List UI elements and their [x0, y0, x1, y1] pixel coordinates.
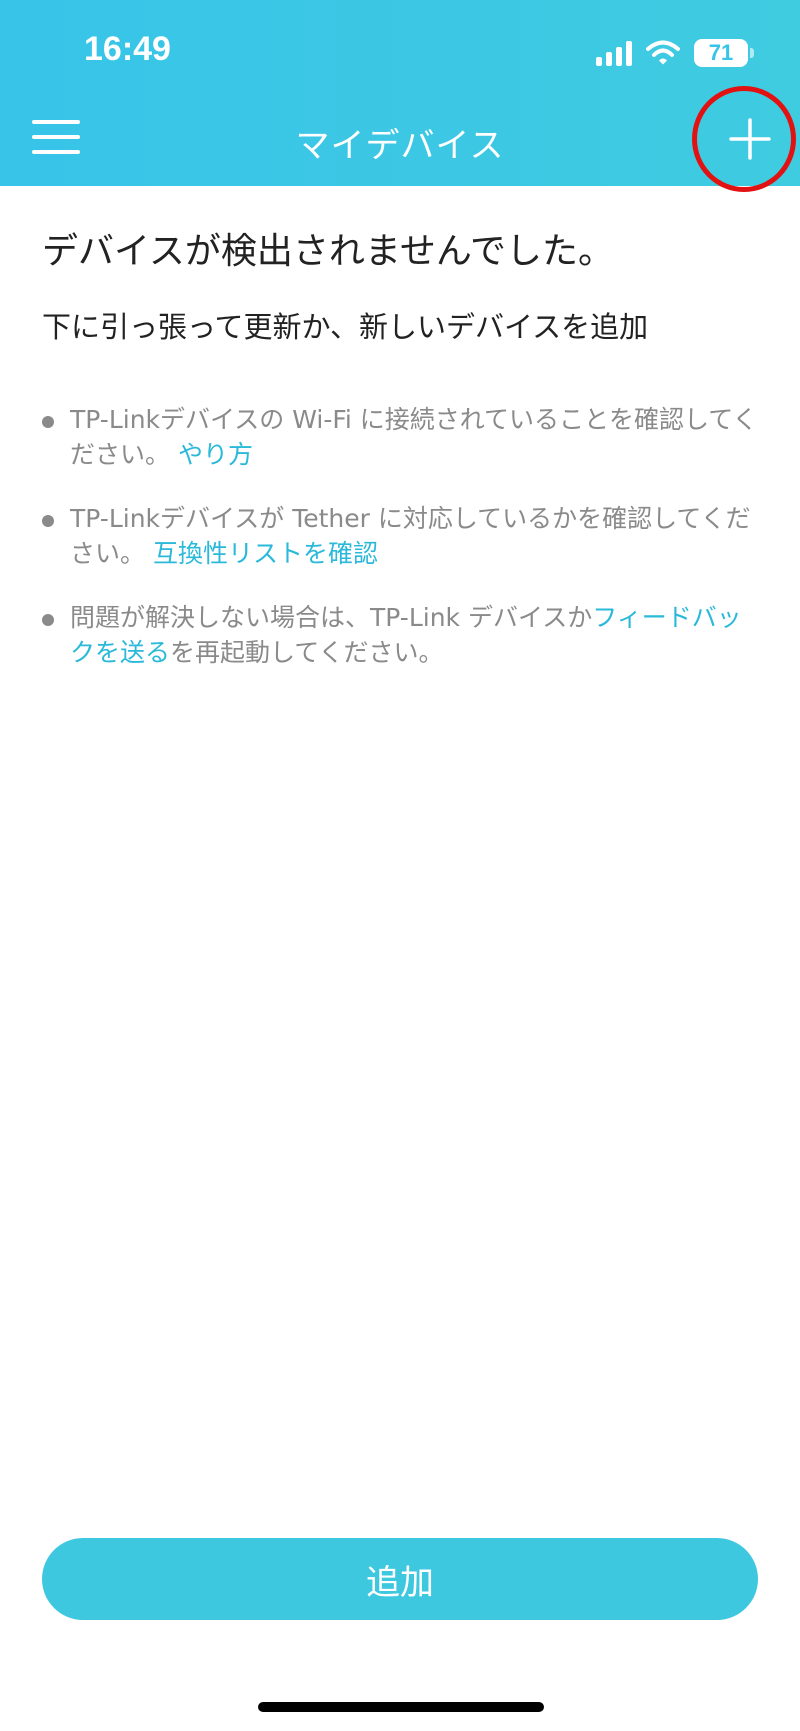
tip-item: 問題が解決しない場合は、TP-Link デバイスかフィードバックを送るを再起動し…	[42, 600, 762, 670]
battery-icon: 71	[694, 39, 754, 67]
compatibility-list-link[interactable]: 互換性リストを確認	[153, 539, 378, 568]
status-icons: 71	[596, 38, 754, 68]
bullet-icon	[42, 515, 54, 527]
wifi-icon	[646, 40, 680, 65]
empty-state: デバイスが検出されませんでした。 下に引っ張って更新か、新しいデバイスを追加	[42, 226, 762, 348]
tip-text-after: を再起動してください。	[170, 638, 444, 667]
bullet-icon	[42, 416, 54, 428]
empty-state-heading: デバイスが検出されませんでした。	[42, 231, 615, 272]
how-to-link[interactable]: やり方	[178, 440, 253, 469]
bullet-icon	[42, 614, 54, 626]
tip-item: TP-Linkデバイスの Wi-Fi に接続されていることを確認してください。 …	[42, 402, 762, 472]
tip-item: TP-Linkデバイスが Tether に対応しているかを確認してください。 互…	[42, 501, 762, 571]
home-indicator[interactable]	[258, 1702, 544, 1712]
add-device-plus-button[interactable]	[712, 108, 788, 170]
tip-text: 問題が解決しない場合は、TP-Link デバイスか	[70, 603, 593, 632]
app-header: 16:49 71 マイデバイス	[0, 0, 800, 186]
battery-level: 71	[708, 40, 734, 65]
plus-icon	[729, 118, 771, 160]
tip-text: TP-Linkデバイスの Wi-Fi に接続されていることを確認してください。	[70, 405, 758, 469]
add-device-button[interactable]: 追加	[42, 1538, 758, 1620]
cellular-signal-icon	[596, 40, 632, 66]
tips-list: TP-Linkデバイスの Wi-Fi に接続されていることを確認してください。 …	[42, 402, 762, 699]
status-time: 16:49	[84, 30, 171, 68]
empty-state-subheading: 下に引っ張って更新か、新しいデバイスを追加	[42, 310, 649, 344]
page-title: マイデバイス	[295, 126, 505, 166]
